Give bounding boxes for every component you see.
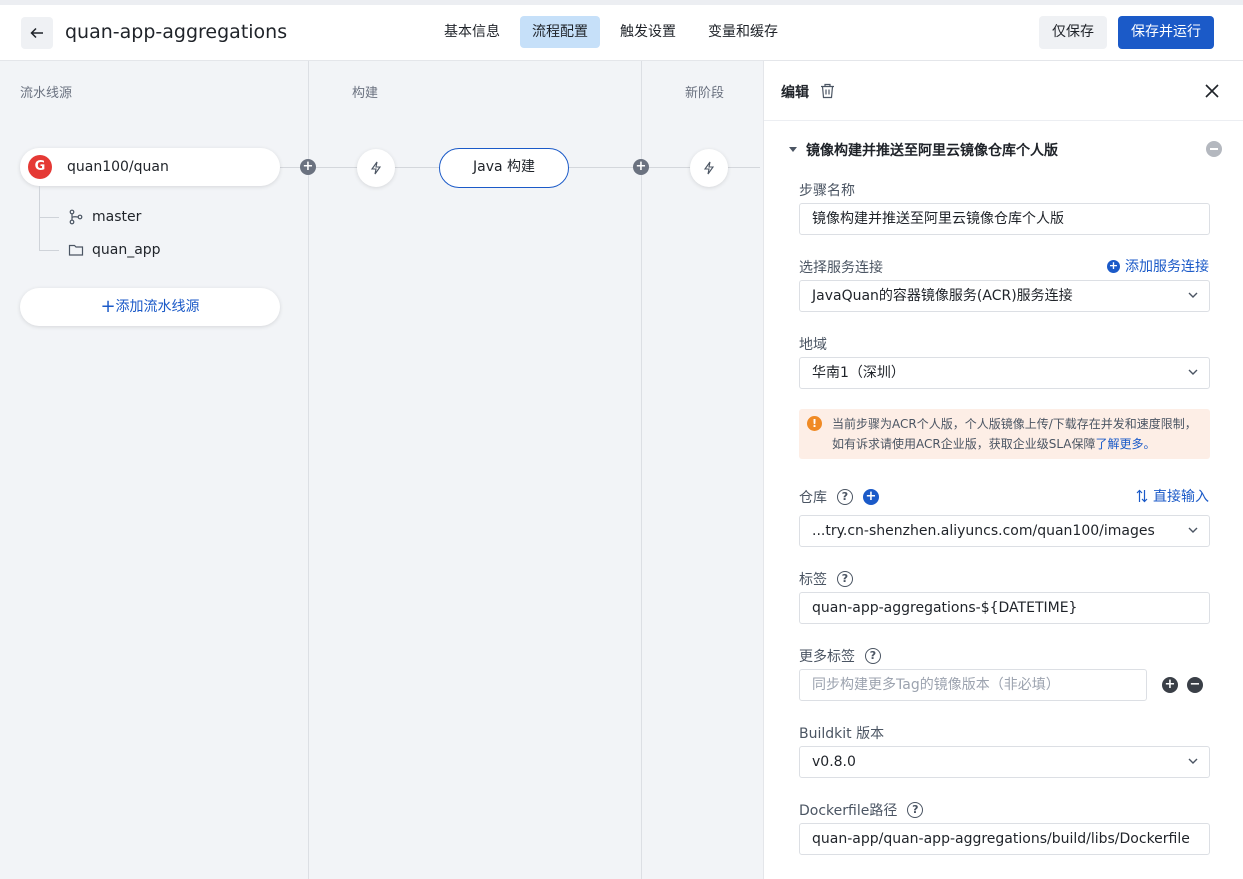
column-title-source: 流水线源	[20, 86, 73, 101]
step-name-label: 步骤名称	[799, 183, 855, 199]
step-header[interactable]: 镜像构建并推送至阿里云镜像仓库个人版	[788, 140, 1058, 160]
plus-icon: +	[100, 296, 116, 317]
panel-title: 编辑	[781, 85, 809, 101]
arrow-left-icon	[30, 27, 43, 39]
tree-connector	[39, 250, 59, 251]
repo-value: ...try.cn-shenzhen.aliyuncs.com/quan100/…	[812, 523, 1155, 539]
service-conn-label: 选择服务连接	[799, 260, 883, 276]
more-tags-label-row: 更多标签 ?	[799, 646, 881, 666]
source-name: quan100/quan	[67, 159, 169, 175]
dockerfile-input[interactable]: quan-app/quan-app-aggregations/build/lib…	[799, 823, 1210, 855]
chevron-down-icon	[1188, 758, 1198, 764]
service-conn-value: JavaQuan的容器镜像服务(ACR)服务连接	[812, 288, 1073, 304]
add-repo-plus-icon[interactable]: +	[863, 489, 879, 505]
tab-basic-info[interactable]: 基本信息	[432, 16, 512, 48]
help-icon[interactable]: ?	[907, 802, 924, 818]
dockerfile-label: Dockerfile路径	[799, 803, 898, 819]
acr-warning: ! 当前步骤为ACR个人版，个人版镜像上传/下载存在并发和速度限制，如有诉求请使…	[799, 409, 1210, 459]
tag-label-row: 标签 ?	[799, 569, 853, 589]
panel-header: 编辑	[764, 61, 1243, 121]
git-branch-icon	[69, 209, 83, 225]
branch-item: master	[68, 207, 141, 227]
job-node-java-build[interactable]: Java 构建	[439, 148, 569, 188]
tab-trigger-settings[interactable]: 触发设置	[608, 16, 688, 48]
direct-input-link[interactable]: 直接输入	[1136, 486, 1209, 506]
add-stage-plus-icon[interactable]: +	[300, 159, 316, 175]
trigger-button[interactable]	[690, 149, 728, 187]
region-value: 华南1（深圳）	[812, 365, 905, 381]
buildkit-value: v0.8.0	[812, 754, 856, 770]
region-label: 地域	[799, 337, 827, 353]
trigger-button[interactable]	[357, 149, 395, 187]
dockerfile-label-row: Dockerfile路径 ?	[799, 800, 924, 820]
more-tags-label: 更多标签	[799, 649, 855, 665]
lightning-icon	[703, 161, 715, 175]
add-source-button[interactable]: +添加流水线源	[20, 288, 280, 326]
tab-variables-cache[interactable]: 变量和缓存	[696, 16, 790, 48]
help-icon[interactable]: ?	[865, 648, 881, 664]
trash-icon[interactable]	[820, 83, 835, 99]
add-service-conn-label: 添加服务连接	[1125, 259, 1209, 275]
column-title-build: 构建	[352, 86, 379, 101]
top-bar: quan-app-aggregations 基本信息 流程配置 触发设置 变量和…	[0, 0, 1243, 61]
service-conn-select[interactable]: JavaQuan的容器镜像服务(ACR)服务连接	[799, 280, 1210, 312]
gitee-logo-icon: G	[28, 155, 52, 179]
repo-select[interactable]: ...try.cn-shenzhen.aliyuncs.com/quan100/…	[799, 515, 1210, 547]
step-title: 镜像构建并推送至阿里云镜像仓库个人版	[806, 143, 1058, 159]
remove-step-icon[interactable]	[1206, 141, 1222, 157]
tree-connector	[39, 217, 59, 218]
folder-icon	[68, 244, 84, 256]
edit-panel: 编辑 镜像构建并推送至阿里云镜像仓库个人版 步骤名称 镜像构建并推送至阿里云镜像…	[763, 61, 1243, 879]
learn-more-link[interactable]: 了解更多。	[1096, 437, 1156, 451]
lightning-icon	[370, 161, 382, 175]
tag-input[interactable]: quan-app-aggregations-${DATETIME}	[799, 592, 1210, 624]
swap-vertical-icon	[1136, 489, 1148, 503]
repo-label: 仓库	[799, 490, 827, 506]
path-item: quan_app	[68, 240, 161, 260]
buildkit-label: Buildkit 版本	[799, 726, 885, 742]
add-stage-plus-icon[interactable]: +	[633, 159, 649, 175]
back-button[interactable]	[21, 17, 53, 49]
save-only-button[interactable]: 仅保存	[1039, 16, 1107, 49]
more-tags-input[interactable]: 同步构建更多Tag的镜像版本（非必填）	[799, 669, 1147, 701]
help-icon[interactable]: ?	[837, 489, 853, 505]
save-and-run-button[interactable]: 保存并运行	[1118, 16, 1214, 49]
add-service-conn-link[interactable]: + 添加服务连接	[1107, 256, 1209, 276]
step-name-input[interactable]: 镜像构建并推送至阿里云镜像仓库个人版	[799, 203, 1210, 235]
close-icon[interactable]	[1205, 84, 1219, 98]
column-divider	[641, 61, 642, 879]
buildkit-select[interactable]: v0.8.0	[799, 746, 1210, 778]
warning-text: 当前步骤为ACR个人版，个人版镜像上传/下载存在并发和速度限制，如有诉求请使用A…	[832, 417, 1197, 451]
column-title-new-stage[interactable]: 新阶段	[685, 82, 724, 101]
caret-down-icon	[789, 147, 797, 152]
chevron-down-icon	[1188, 369, 1198, 375]
column-divider	[308, 61, 309, 879]
plus-circle-icon: +	[1107, 258, 1120, 273]
path-name: quan_app	[92, 242, 161, 258]
pipeline-canvas: 流水线源 构建 新阶段 G quan100/quan master quan_a…	[0, 61, 763, 879]
chevron-down-icon	[1188, 527, 1198, 533]
tab-flow-config[interactable]: 流程配置	[520, 16, 600, 48]
region-select[interactable]: 华南1（深圳）	[799, 357, 1210, 389]
add-source-label: 添加流水线源	[115, 299, 200, 315]
warning-icon: !	[807, 416, 822, 431]
direct-input-label: 直接输入	[1153, 489, 1209, 505]
repo-label-row: 仓库 ? +	[799, 487, 879, 507]
help-icon[interactable]: ?	[837, 571, 853, 587]
app-title: quan-app-aggregations	[65, 21, 288, 43]
add-tag-plus-icon[interactable]: +	[1162, 677, 1178, 693]
remove-tag-minus-icon[interactable]: −	[1187, 677, 1203, 693]
source-card[interactable]: G quan100/quan	[20, 148, 280, 186]
tree-connector	[39, 186, 40, 250]
chevron-down-icon	[1188, 292, 1198, 298]
branch-name: master	[92, 209, 142, 225]
tag-label: 标签	[799, 572, 827, 588]
